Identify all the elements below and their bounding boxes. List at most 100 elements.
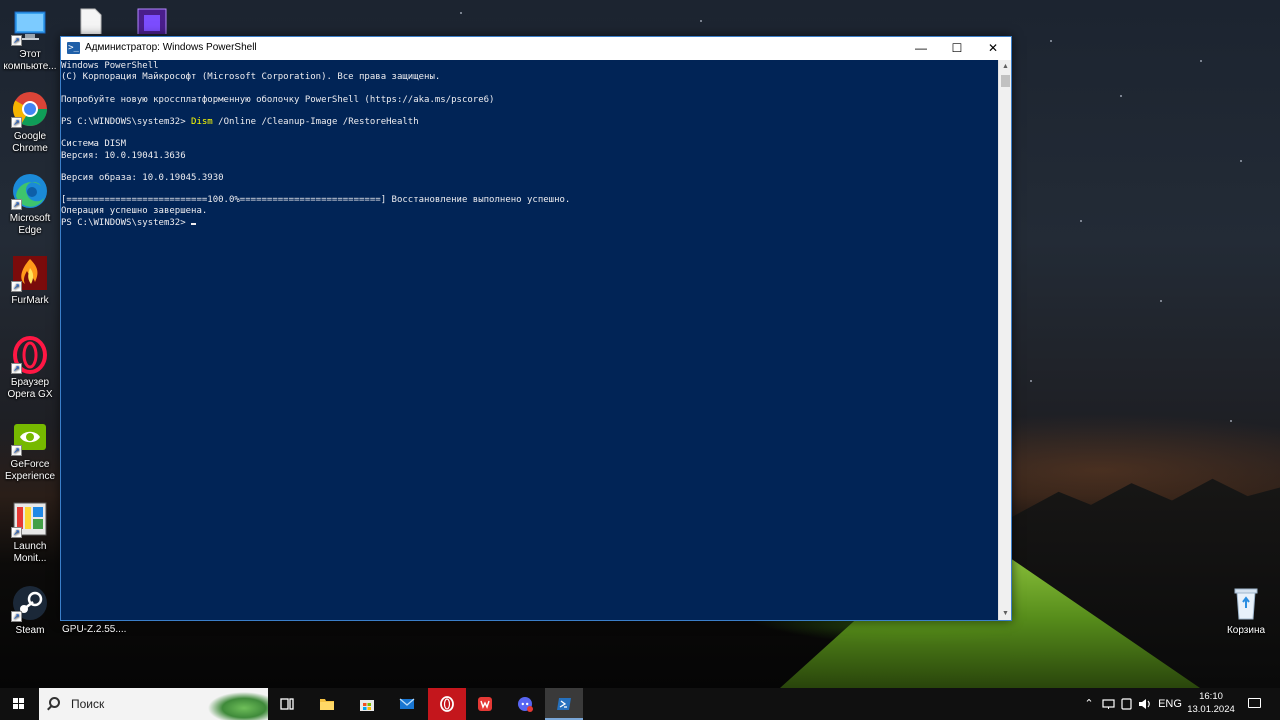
desktop-icon-launch-monitor[interactable]: ↗ Launch Monit... [0, 500, 60, 565]
input-language-indicator[interactable]: ENG [1156, 688, 1184, 720]
notification-icon [1248, 698, 1261, 708]
scroll-down-button[interactable]: ▼ [999, 607, 1012, 620]
vertical-scrollbar[interactable]: ▲ ▼ [998, 60, 1011, 620]
taskbar-store[interactable] [348, 688, 386, 720]
desktop-icon-recycle-bin[interactable]: Корзина [1216, 584, 1276, 637]
console-command-name: Dism [191, 116, 213, 127]
desktop-icon-label: FurMark [11, 295, 49, 306]
desktop-icon-file[interactable] [60, 6, 120, 34]
taskbar-wps-office[interactable] [466, 688, 504, 720]
task-view-icon [280, 698, 294, 710]
chrome-icon: ↗ [11, 90, 49, 128]
taskbar-opera-gx[interactable] [428, 688, 466, 720]
taskbar-clock[interactable]: 16:10 13.01.2024 [1186, 690, 1236, 716]
taskbar-powershell[interactable] [545, 688, 583, 720]
desktop-icon-chrome[interactable]: ↗ Google Chrome [0, 90, 60, 155]
console-command-line: PS C:\WINDOWS\system32> Dism /Online /Cl… [61, 117, 998, 128]
search-highlight-image [204, 688, 268, 720]
maximize-button[interactable]: ☐ [939, 37, 975, 60]
powershell-icon [557, 698, 571, 710]
star [1230, 420, 1232, 422]
desktop-icon-furmark[interactable]: ↗ FurMark [0, 254, 60, 307]
mail-icon [399, 698, 415, 709]
console-line: Windows PowerShell [61, 61, 159, 71]
this-pc-icon: ↗ [11, 8, 49, 46]
star [1120, 95, 1122, 97]
star [1080, 220, 1082, 222]
file-explorer-icon [320, 699, 334, 710]
taskbar-mail[interactable] [388, 688, 426, 720]
chip-app-icon [133, 6, 171, 34]
desktop-icon-steam[interactable]: ↗ Steam [0, 584, 60, 637]
minimize-button[interactable]: — [903, 37, 939, 60]
notification-center-button[interactable] [1240, 688, 1268, 720]
discord-icon [518, 697, 533, 712]
taskbar-file-explorer[interactable] [308, 688, 346, 720]
desktop-icon-opera-gx[interactable]: ↗ Браузер Opera GX [0, 336, 60, 401]
console-line: Система DISM [61, 139, 127, 150]
show-hidden-icons-chevron-icon[interactable]: ⌃ [1082, 688, 1096, 720]
console-prompt: PS C:\WINDOWS\system32> [61, 217, 192, 228]
start-button[interactable] [0, 688, 38, 720]
console-output[interactable]: Windows PowerShell (C) Корпорация Майкрос… [61, 60, 998, 620]
console-command-args: /Online /Cleanup-Image /RestoreHealth [212, 116, 419, 127]
opera-gx-icon: ↗ [11, 336, 49, 374]
close-button[interactable]: ✕ [975, 37, 1011, 60]
console-line: (C) Корпорация Майкрософт (Microsoft Cor… [61, 72, 441, 83]
recycle-bin-icon [1227, 584, 1265, 622]
scroll-thumb[interactable] [1001, 75, 1010, 87]
taskbar-search-box[interactable]: Поиск [39, 688, 268, 720]
star [1200, 60, 1202, 62]
star [1240, 160, 1242, 162]
desktop-icon-label: Steam [15, 625, 45, 636]
desktop-icon-label: Microsoft Edge [9, 213, 51, 236]
powershell-icon: >_ [67, 42, 80, 54]
desktop-icon-label: Этот компьюте... [3, 49, 57, 72]
furmark-icon: ↗ [11, 254, 49, 292]
console-line: Версия образа: 10.0.19045.3930 [61, 172, 224, 183]
desktop-icon-label: Браузер Opera GX [7, 377, 53, 400]
console-prompt: PS C:\WINDOWS\system32> [61, 116, 192, 127]
desktop-icon-geforce[interactable]: ↗ GeForce Experience [0, 418, 60, 483]
taskbar-task-view[interactable] [268, 688, 306, 720]
desktop-icon-label: Google Chrome [12, 131, 48, 154]
edge-icon: ↗ [11, 172, 49, 210]
file-icon [71, 6, 109, 34]
star [1050, 40, 1052, 42]
taskbar-discord[interactable] [506, 688, 544, 720]
star [460, 12, 462, 14]
desktop-icon-label: Launch Monit... [13, 541, 47, 564]
steam-icon: ↗ [11, 584, 49, 622]
desktop-icon-app[interactable] [122, 6, 182, 34]
device-tray-icon[interactable] [1120, 698, 1133, 710]
search-icon [49, 697, 60, 708]
launch-monitor-icon: ↗ [11, 500, 49, 538]
taskbar: Поиск ⌃ ENG 16:10 13.01.2024 [0, 688, 1280, 720]
desktop-icon-this-pc[interactable]: ↗ Этот компьюте... [0, 8, 60, 73]
powershell-window[interactable]: >_ Администратор: Windows PowerShell — ☐… [60, 36, 1012, 621]
opera-gx-icon [440, 696, 454, 712]
console-prompt-line[interactable]: PS C:\WINDOWS\system32> [61, 218, 998, 229]
console-line: Операция успешно завершена. [61, 206, 208, 217]
wps-office-icon [478, 697, 492, 711]
clock-date: 13.01.2024 [1187, 704, 1235, 715]
star [1030, 380, 1032, 382]
desktop-icon-label: GPU-Z.2.55.... [62, 624, 127, 635]
store-icon [360, 700, 374, 711]
network-tray-icon[interactable] [1102, 698, 1115, 710]
volume-tray-icon[interactable] [1138, 698, 1152, 710]
console-line: Попробуйте новую кроссплатформенную обол… [61, 94, 495, 105]
geforce-icon: ↗ [11, 418, 49, 456]
text-cursor [191, 222, 197, 225]
console-line: Версия: 10.0.19041.3636 [61, 150, 186, 161]
scroll-up-button[interactable]: ▲ [999, 60, 1012, 73]
desktop-icon-gpuz[interactable]: GPU-Z.2.55.... [62, 624, 126, 635]
desktop-icon-edge[interactable]: ↗ Microsoft Edge [0, 172, 60, 237]
window-title: Администратор: Windows PowerShell [85, 42, 257, 53]
window-titlebar[interactable]: >_ Администратор: Windows PowerShell — ☐… [61, 37, 1011, 60]
